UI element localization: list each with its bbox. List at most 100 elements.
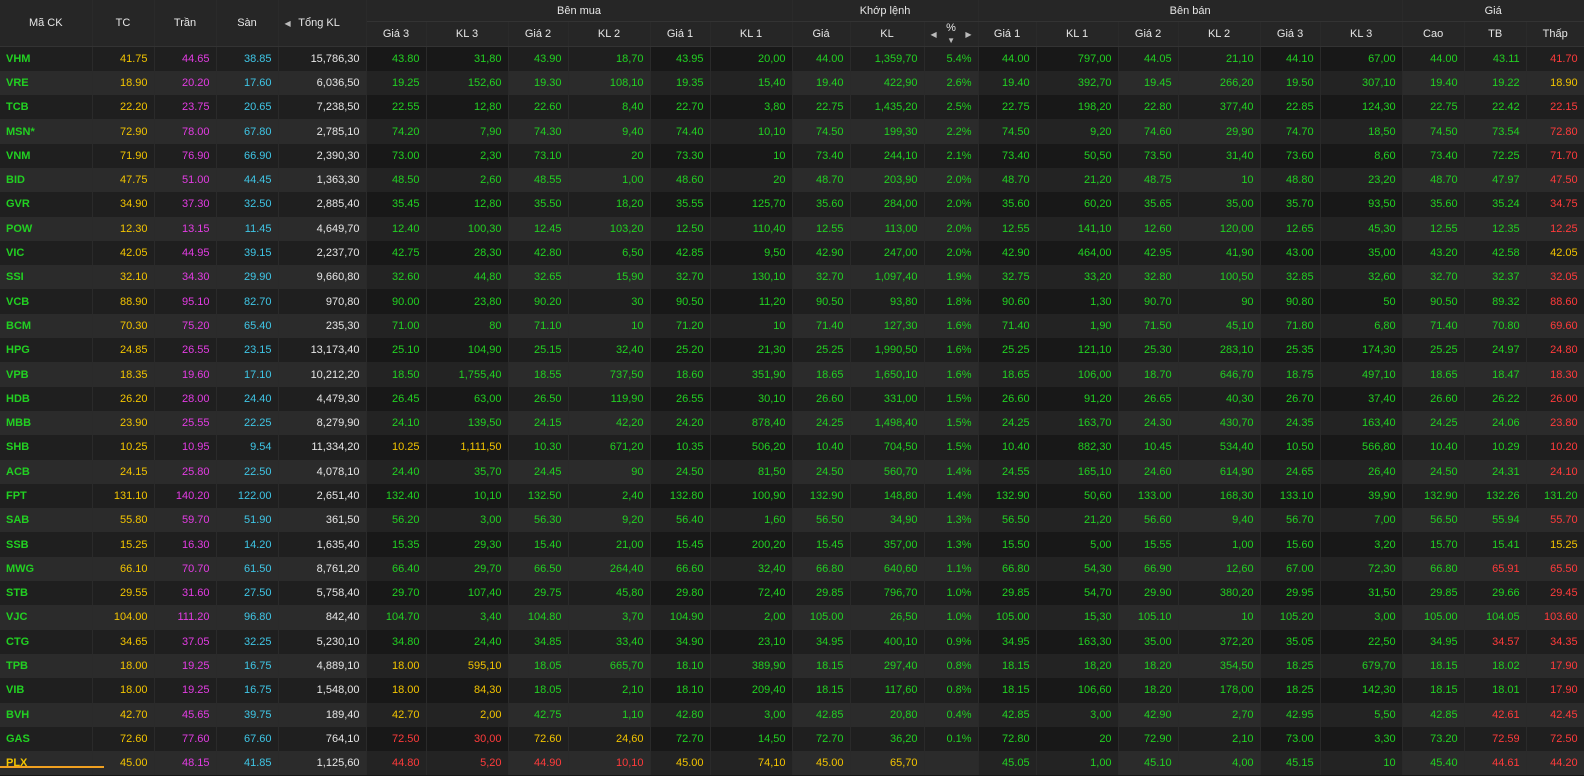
header-sell-price-1[interactable]: Giá 1 bbox=[978, 21, 1037, 47]
table-row[interactable]: CTG 34.65 37.05 32.25 5,230,10 34.80 24,40 34.8… bbox=[0, 629, 1584, 654]
cell-symbol[interactable]: ACB bbox=[0, 459, 93, 484]
table-row[interactable]: SSI 32.10 34.30 29.90 9,660,80 32.60 44,80 32.6… bbox=[0, 265, 1584, 290]
cell-symbol[interactable]: HDB bbox=[0, 386, 93, 411]
cell-symbol[interactable]: SSI bbox=[0, 265, 93, 290]
header-buy-price-3[interactable]: Giá 3 bbox=[366, 21, 427, 47]
cell-symbol[interactable]: POW bbox=[0, 216, 93, 241]
cell-symbol[interactable]: MWG bbox=[0, 556, 93, 582]
table-row[interactable]: VRE 18.90 20.20 17.60 6,036,50 19.25 152,60 19.… bbox=[0, 70, 1584, 96]
caret-right-icon[interactable]: ▶ bbox=[965, 30, 971, 39]
table-row[interactable]: SSB 15.25 16.30 14.20 1,635,40 15.35 29,30 15.4… bbox=[0, 532, 1584, 557]
cell-symbol[interactable]: VHM bbox=[0, 46, 93, 71]
cell-symbol[interactable]: GAS bbox=[0, 726, 93, 752]
table-row[interactable]: VNM 71.90 76.90 66.90 2,390,30 73.00 2,30 73.10… bbox=[0, 143, 1584, 168]
cell-buy-vol-1: 74,10 bbox=[710, 751, 793, 776]
header-sell-price-3[interactable]: Giá 3 bbox=[1260, 21, 1321, 47]
cell-floor-price: 22.25 bbox=[216, 410, 279, 436]
scroll-indicator[interactable] bbox=[0, 766, 104, 768]
cell-total-volume: 361,50 bbox=[278, 508, 367, 533]
cell-symbol[interactable]: VNM bbox=[0, 143, 93, 168]
table-row[interactable]: MWG 66.10 70.70 61.50 8,761,20 66.40 29,70 66.5… bbox=[0, 556, 1584, 582]
header-sell-price-2[interactable]: Giá 2 bbox=[1118, 21, 1179, 47]
cell-match-percent: 2.2% bbox=[924, 119, 979, 144]
cell-symbol[interactable]: VCB bbox=[0, 289, 93, 314]
cell-symbol[interactable]: VJC bbox=[0, 605, 93, 630]
cell-symbol[interactable]: VIB bbox=[0, 678, 93, 703]
table-row[interactable]: BCM 70.30 75.20 65.40 235,30 71.00 80 71.10 10 71… bbox=[0, 313, 1584, 339]
header-tc[interactable]: TC bbox=[92, 0, 155, 47]
header-total-volume[interactable]: ◀ Tổng KL bbox=[278, 0, 367, 47]
cell-symbol[interactable]: SAB bbox=[0, 508, 93, 533]
table-row[interactable]: SHB 10.25 10.95 9.54 11,334,20 10.25 1,111,50 1… bbox=[0, 435, 1584, 460]
header-avg[interactable]: TB bbox=[1464, 21, 1527, 47]
header-buy-vol-1[interactable]: KL 1 bbox=[710, 21, 793, 47]
cell-symbol[interactable]: STB bbox=[0, 581, 93, 606]
table-row[interactable]: ACB 24.15 25.80 22.50 4,078,10 24.40 35,70 24.4… bbox=[0, 459, 1584, 484]
header-match-volume[interactable]: KL bbox=[850, 21, 925, 47]
cell-ref-price: 34.65 bbox=[92, 629, 155, 654]
cell-symbol[interactable]: FPT bbox=[0, 483, 93, 509]
cell-symbol[interactable]: BVH bbox=[0, 702, 93, 727]
cell-sell-vol-3: 10 bbox=[1320, 751, 1403, 776]
header-ceil[interactable]: Trần bbox=[154, 0, 217, 47]
table-row[interactable]: VIC 42.05 44.95 39.15 2,237,70 42.75 28,30 42.8… bbox=[0, 240, 1584, 266]
caret-left-icon[interactable]: ◀ bbox=[931, 30, 937, 39]
cell-symbol[interactable]: VIC bbox=[0, 240, 93, 266]
header-sell-vol-2[interactable]: KL 2 bbox=[1178, 21, 1261, 47]
header-match-percent[interactable]: ◀ % ▼ ▶ bbox=[924, 21, 979, 47]
table-row[interactable]: VHM 41.75 44.65 38.85 15,786,30 43.80 31,80 43.… bbox=[0, 46, 1584, 71]
cell-buy-vol-2: 103,20 bbox=[568, 216, 651, 241]
cell-symbol[interactable]: VRE bbox=[0, 70, 93, 96]
table-row[interactable]: TPB 18.00 19.25 16.75 4,889,10 18.00 595,10 18.… bbox=[0, 653, 1584, 679]
table-row[interactable]: SAB 55.80 59.70 51.90 361,50 56.20 3,00 56.30 9,… bbox=[0, 508, 1584, 533]
table-row[interactable]: TCB 22.20 23.75 20.65 7,238,50 22.55 12,80 22.6… bbox=[0, 95, 1584, 120]
cell-symbol[interactable]: BCM bbox=[0, 313, 93, 339]
table-row[interactable]: PLX 45.00 48.15 41.85 1,125,60 44.80 5,20 44.90… bbox=[0, 751, 1584, 776]
header-buy-price-1[interactable]: Giá 1 bbox=[650, 21, 711, 47]
table-row[interactable]: VIB 18.00 19.25 16.75 1,548,00 18.00 84,30 18.0… bbox=[0, 678, 1584, 703]
cell-symbol[interactable]: MSN* bbox=[0, 119, 93, 144]
cell-symbol[interactable]: TCB bbox=[0, 95, 93, 120]
cell-buy-vol-1: 72,40 bbox=[710, 581, 793, 606]
cell-symbol[interactable]: SHB bbox=[0, 435, 93, 460]
header-floor[interactable]: Sàn bbox=[216, 0, 279, 47]
cell-total-volume: 2,237,70 bbox=[278, 240, 367, 266]
cell-symbol[interactable]: VPB bbox=[0, 362, 93, 387]
header-symbol[interactable]: Mã CK bbox=[0, 0, 93, 47]
table-row[interactable]: VCB 88.90 95.10 82.70 970,80 90.00 23,80 90.20 3… bbox=[0, 289, 1584, 314]
cell-symbol[interactable]: SSB bbox=[0, 532, 93, 557]
header-buy-price-2[interactable]: Giá 2 bbox=[508, 21, 569, 47]
header-buy-vol-2[interactable]: KL 2 bbox=[568, 21, 651, 47]
header-sell-vol-1[interactable]: KL 1 bbox=[1036, 21, 1119, 47]
cell-symbol[interactable]: GVR bbox=[0, 192, 93, 217]
table-row[interactable]: HDB 26.20 28.00 24.40 4,479,30 26.45 63,00 26.5… bbox=[0, 386, 1584, 411]
table-row[interactable]: FPT 131.10 140.20 122.00 2,651,40 132.40 10,10… bbox=[0, 483, 1584, 509]
table-row[interactable]: STB 29.55 31.60 27.50 5,758,40 29.70 107,40 29.… bbox=[0, 581, 1584, 606]
header-buy-vol-3[interactable]: KL 3 bbox=[426, 21, 509, 47]
cell-symbol[interactable]: TPB bbox=[0, 653, 93, 679]
table-row[interactable]: HPG 24.85 26.55 23.15 13,173,40 25.10 104,90 25… bbox=[0, 338, 1584, 363]
table-row[interactable]: GVR 34.90 37.30 32.50 2,885,40 35.45 12,80 35.5… bbox=[0, 192, 1584, 217]
table-row[interactable]: MBB 23.90 25.55 22.25 8,279,90 24.10 139,50 24.… bbox=[0, 410, 1584, 436]
table-row[interactable]: BVH 42.70 45.65 39.75 189,40 42.70 2,00 42.75 1,… bbox=[0, 702, 1584, 727]
header-sell-vol-3[interactable]: KL 3 bbox=[1320, 21, 1403, 47]
cell-symbol[interactable]: MBB bbox=[0, 410, 93, 436]
table-row[interactable]: GAS 72.60 77.60 67.60 764,10 72.50 30,00 72.60 2… bbox=[0, 726, 1584, 752]
cell-buy-vol-1: 14,50 bbox=[710, 726, 793, 752]
cell-symbol[interactable]: BID bbox=[0, 167, 93, 193]
table-row[interactable]: POW 12.30 13.15 11.45 4,649,70 12.40 100,30 12.… bbox=[0, 216, 1584, 241]
table-row[interactable]: VPB 18.35 19.60 17.10 10,212,20 18.50 1,755,40… bbox=[0, 362, 1584, 387]
caret-left-icon[interactable]: ◀ bbox=[285, 19, 291, 28]
header-match-price[interactable]: Giá bbox=[792, 21, 851, 47]
cell-symbol[interactable]: CTG bbox=[0, 629, 93, 654]
cell-high-price: 66.80 bbox=[1402, 556, 1465, 582]
table-row[interactable]: BID 47.75 51.00 44.45 1,363,30 48.50 2,60 48.55… bbox=[0, 167, 1584, 193]
cell-sell-price-2: 12.60 bbox=[1118, 216, 1179, 241]
header-low[interactable]: Thấp bbox=[1526, 21, 1584, 47]
cell-symbol[interactable]: PLX bbox=[0, 751, 93, 776]
header-high[interactable]: Cao bbox=[1402, 21, 1465, 47]
table-row[interactable]: VJC 104.00 111.20 96.80 842,40 104.70 3,40 104.… bbox=[0, 605, 1584, 630]
cell-sell-price-3: 29.95 bbox=[1260, 581, 1321, 606]
cell-symbol[interactable]: HPG bbox=[0, 338, 93, 363]
table-row[interactable]: MSN* 72.90 78.00 67.80 2,785,10 74.20 7,90 74.3… bbox=[0, 119, 1584, 144]
